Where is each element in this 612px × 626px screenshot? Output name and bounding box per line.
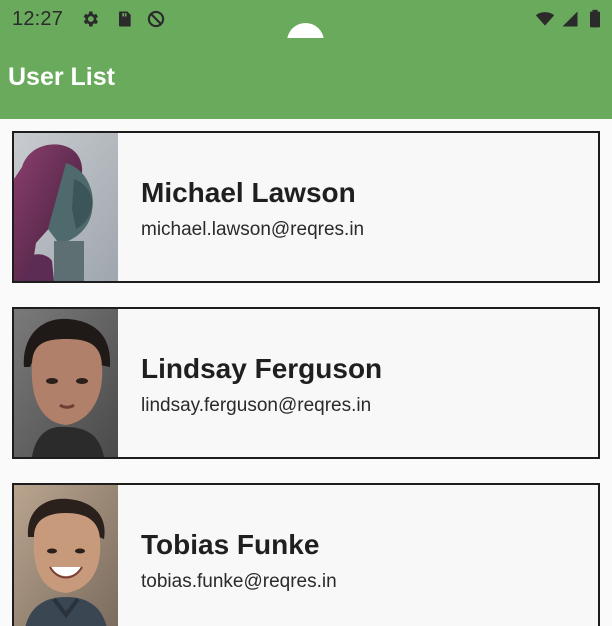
user-email: tobias.funke@reqres.in bbox=[141, 571, 337, 592]
list-item[interactable]: Michael Lawson michael.lawson@reqres.in bbox=[12, 131, 600, 283]
list-item[interactable]: Lindsay Ferguson lindsay.ferguson@reqres… bbox=[12, 307, 600, 459]
avatar bbox=[14, 133, 118, 281]
user-name: Lindsay Ferguson bbox=[141, 353, 383, 384]
wifi-icon bbox=[535, 12, 555, 26]
avatar bbox=[14, 485, 118, 626]
list-item[interactable]: Tobias Funke tobias.funke@reqres.in bbox=[12, 483, 600, 626]
avatar bbox=[14, 309, 118, 457]
app-screen: 12:27 User List Michael Lawson michael.l… bbox=[0, 0, 612, 626]
battery-icon bbox=[590, 9, 600, 28]
do-not-disturb-icon bbox=[147, 10, 165, 28]
page-title: User List bbox=[8, 63, 115, 91]
user-list[interactable]: Michael Lawson michael.lawson@reqres.in bbox=[0, 119, 612, 626]
signal-icon bbox=[562, 11, 578, 27]
status-time: 12:27 bbox=[12, 8, 64, 30]
sd-card-icon bbox=[119, 11, 131, 27]
user-name: Tobias Funke bbox=[141, 529, 320, 560]
app-bar: User List bbox=[0, 38, 612, 119]
gear-icon bbox=[83, 11, 98, 27]
user-email: lindsay.ferguson@reqres.in bbox=[141, 395, 372, 416]
user-name: Michael Lawson bbox=[141, 177, 356, 208]
user-email: michael.lawson@reqres.in bbox=[141, 219, 365, 240]
